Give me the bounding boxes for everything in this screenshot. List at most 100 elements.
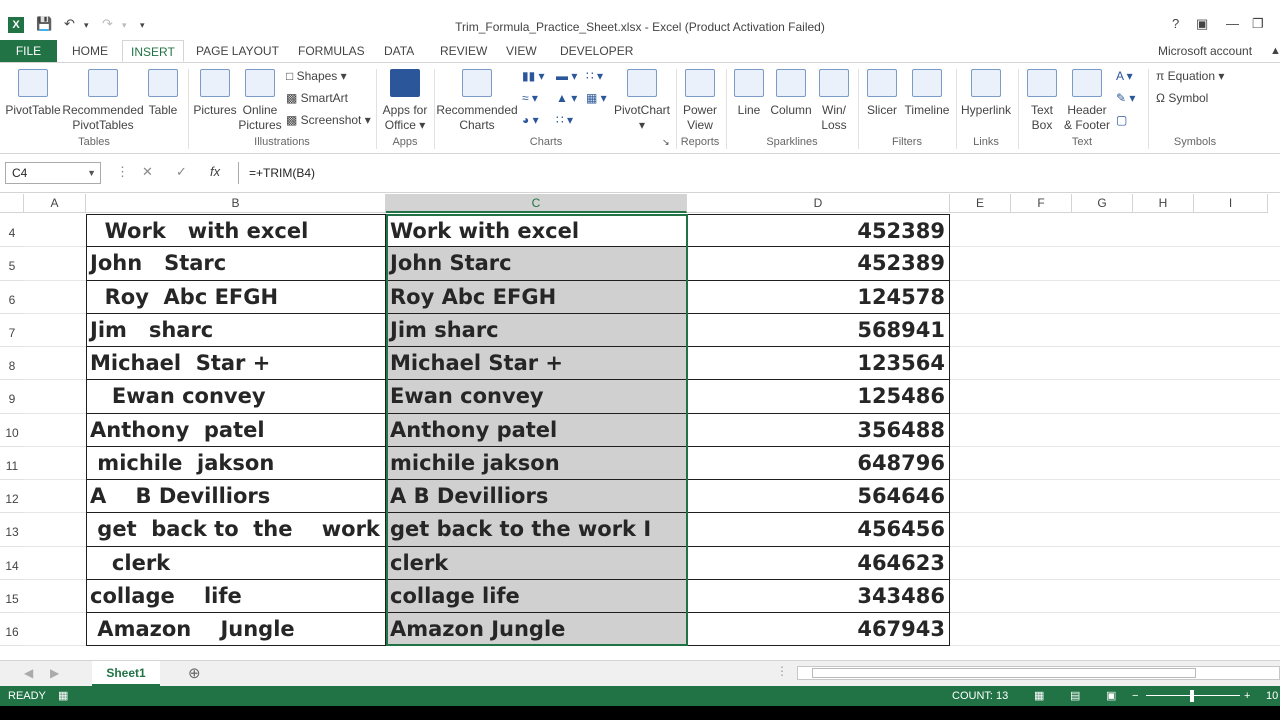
zoom-out-icon[interactable]: − bbox=[1132, 686, 1138, 706]
column-header-b[interactable]: B bbox=[86, 194, 386, 213]
cell-d[interactable]: 343486 bbox=[687, 579, 950, 613]
tab-review[interactable]: REVIEW bbox=[432, 40, 495, 62]
object-icon[interactable]: ▢ bbox=[1116, 113, 1127, 127]
line-chart-icon[interactable]: ≈ ▾ bbox=[522, 91, 538, 105]
cell-b[interactable]: Amazon Jungle bbox=[86, 613, 386, 646]
column-header-i[interactable]: I bbox=[1194, 194, 1268, 213]
collapse-icon[interactable]: ▲ bbox=[1262, 40, 1280, 62]
page-layout-view-icon[interactable]: ▤ bbox=[1070, 686, 1080, 706]
tab-data[interactable]: DATA bbox=[376, 40, 422, 62]
other-chart-icon[interactable]: ∷ ▾ bbox=[556, 113, 573, 127]
cell-c[interactable]: A B Devilliors bbox=[386, 480, 687, 514]
cell-c[interactable]: Amazon Jungle bbox=[386, 613, 687, 646]
account-link[interactable]: Microsoft account bbox=[1150, 40, 1260, 62]
cell-b[interactable]: John Starc bbox=[86, 247, 386, 281]
row-header[interactable]: 13 bbox=[0, 513, 24, 547]
tab-insert[interactable]: INSERT bbox=[122, 40, 184, 62]
screenshot-button[interactable]: ▩ Screenshot ▾ bbox=[286, 113, 371, 127]
new-sheet-icon[interactable]: ⊕ bbox=[188, 664, 201, 682]
cell-b[interactable]: collage life bbox=[86, 579, 386, 613]
sparkline-winloss-button[interactable]: Win/ Loss bbox=[814, 69, 854, 133]
recommended-pivottables-button[interactable]: Recommended PivotTables bbox=[62, 69, 144, 133]
select-all-corner[interactable] bbox=[0, 194, 24, 213]
insert-function-icon[interactable]: fx bbox=[210, 164, 220, 179]
name-box[interactable]: C4 ▼ bbox=[5, 162, 101, 184]
zoom-level[interactable]: 10 bbox=[1266, 686, 1278, 706]
enter-icon[interactable]: ✓ bbox=[176, 164, 187, 180]
scrollbar-thumb[interactable] bbox=[812, 668, 1196, 678]
table-button[interactable]: Table bbox=[144, 69, 182, 118]
row-header[interactable]: 4 bbox=[0, 214, 24, 248]
tab-formulas[interactable]: FORMULAS bbox=[290, 40, 373, 62]
column-header-c[interactable]: C bbox=[386, 194, 687, 213]
power-view-button[interactable]: Power View bbox=[678, 69, 722, 133]
zoom-slider-thumb[interactable] bbox=[1190, 690, 1194, 702]
column-header-e[interactable]: E bbox=[950, 194, 1011, 213]
column-header-a[interactable]: A bbox=[24, 194, 86, 213]
cell-d[interactable]: 123564 bbox=[687, 347, 950, 381]
row-header[interactable]: 11 bbox=[0, 446, 24, 480]
pie-chart-icon[interactable]: ◕ ▾ bbox=[522, 113, 539, 127]
signature-line-icon[interactable]: ✎ ▾ bbox=[1116, 91, 1135, 105]
help-icon[interactable]: ? bbox=[1172, 16, 1179, 31]
symbol-button[interactable]: Ω Symbol bbox=[1156, 91, 1208, 105]
equation-button[interactable]: π Equation ▾ bbox=[1156, 69, 1224, 83]
cell-d[interactable]: 568941 bbox=[687, 313, 950, 347]
charts-launcher-icon[interactable]: ↘ bbox=[662, 137, 670, 148]
wordart-icon[interactable]: A ▾ bbox=[1116, 69, 1133, 83]
cell-c[interactable]: clerk bbox=[386, 546, 687, 580]
apps-for-office-button[interactable]: Apps for Office ▾ bbox=[380, 69, 430, 133]
tab-file[interactable]: FILE bbox=[0, 40, 57, 62]
row-header[interactable]: 16 bbox=[0, 613, 24, 646]
column-header-h[interactable]: H bbox=[1133, 194, 1194, 213]
cell-d[interactable]: 356488 bbox=[687, 413, 950, 447]
minimize-icon[interactable]: — bbox=[1226, 16, 1239, 31]
row-header[interactable]: 6 bbox=[0, 280, 24, 314]
pivotchart-button[interactable]: PivotChart ▾ bbox=[612, 69, 672, 133]
area-chart-icon[interactable]: ▲ ▾ bbox=[556, 91, 577, 105]
worksheet-grid[interactable]: A B C D E F G H I 4 Work with excel Work … bbox=[0, 194, 1280, 646]
online-pictures-button[interactable]: Online Pictures bbox=[238, 69, 282, 133]
cell-b[interactable]: clerk bbox=[86, 546, 386, 580]
cell-d[interactable]: 564646 bbox=[687, 480, 950, 514]
scroll-left-icon[interactable]: ◀ bbox=[24, 666, 33, 680]
cell-b[interactable]: Michael Star + bbox=[86, 347, 386, 381]
cell-d[interactable]: 452389 bbox=[687, 214, 950, 248]
combo-chart-icon[interactable]: ▦ ▾ bbox=[586, 91, 607, 105]
cell-b[interactable]: Ewan convey bbox=[86, 380, 386, 414]
column-chart-icon[interactable]: ▮▮ ▾ bbox=[522, 69, 545, 83]
row-header[interactable]: 14 bbox=[0, 546, 24, 580]
row-header[interactable]: 15 bbox=[0, 579, 24, 613]
shapes-button[interactable]: □ Shapes ▾ bbox=[286, 69, 347, 83]
cell-c[interactable]: Roy Abc EFGH bbox=[386, 280, 687, 314]
cell-d[interactable]: 456456 bbox=[687, 513, 950, 547]
smartart-button[interactable]: ▩ SmartArt bbox=[286, 91, 348, 105]
cell-b[interactable]: A B Devilliors bbox=[86, 480, 386, 514]
column-header-f[interactable]: F bbox=[1011, 194, 1072, 213]
cell-c[interactable]: michile jakson bbox=[386, 446, 687, 480]
column-header-d[interactable]: D bbox=[687, 194, 950, 213]
row-header[interactable]: 5 bbox=[0, 247, 24, 281]
tab-home[interactable]: HOME bbox=[64, 40, 116, 62]
text-box-button[interactable]: Text Box bbox=[1022, 69, 1062, 133]
cell-d[interactable]: 464623 bbox=[687, 546, 950, 580]
cell-d[interactable]: 124578 bbox=[687, 280, 950, 314]
tab-page-layout[interactable]: PAGE LAYOUT bbox=[188, 40, 287, 62]
row-header[interactable]: 12 bbox=[0, 480, 24, 514]
cell-c[interactable]: collage life bbox=[386, 579, 687, 613]
page-break-view-icon[interactable]: ▣ bbox=[1106, 686, 1116, 706]
row-header[interactable]: 8 bbox=[0, 347, 24, 381]
header-footer-button[interactable]: Header & Footer bbox=[1062, 69, 1112, 133]
row-header[interactable]: 7 bbox=[0, 313, 24, 347]
cell-d[interactable]: 125486 bbox=[687, 380, 950, 414]
cell-c[interactable]: get back to the work I bbox=[386, 513, 687, 547]
cell-b[interactable]: michile jakson bbox=[86, 446, 386, 480]
cell-d[interactable]: 648796 bbox=[687, 446, 950, 480]
cell-c[interactable]: Jim sharc bbox=[386, 313, 687, 347]
hyperlink-button[interactable]: Hyperlink bbox=[958, 69, 1014, 118]
pivottable-button[interactable]: PivotTable bbox=[4, 69, 62, 118]
horizontal-scrollbar[interactable] bbox=[797, 666, 1280, 680]
sheet-tab[interactable]: Sheet1 bbox=[92, 661, 160, 686]
slicer-button[interactable]: Slicer bbox=[862, 69, 902, 118]
row-header[interactable]: 9 bbox=[0, 380, 24, 414]
